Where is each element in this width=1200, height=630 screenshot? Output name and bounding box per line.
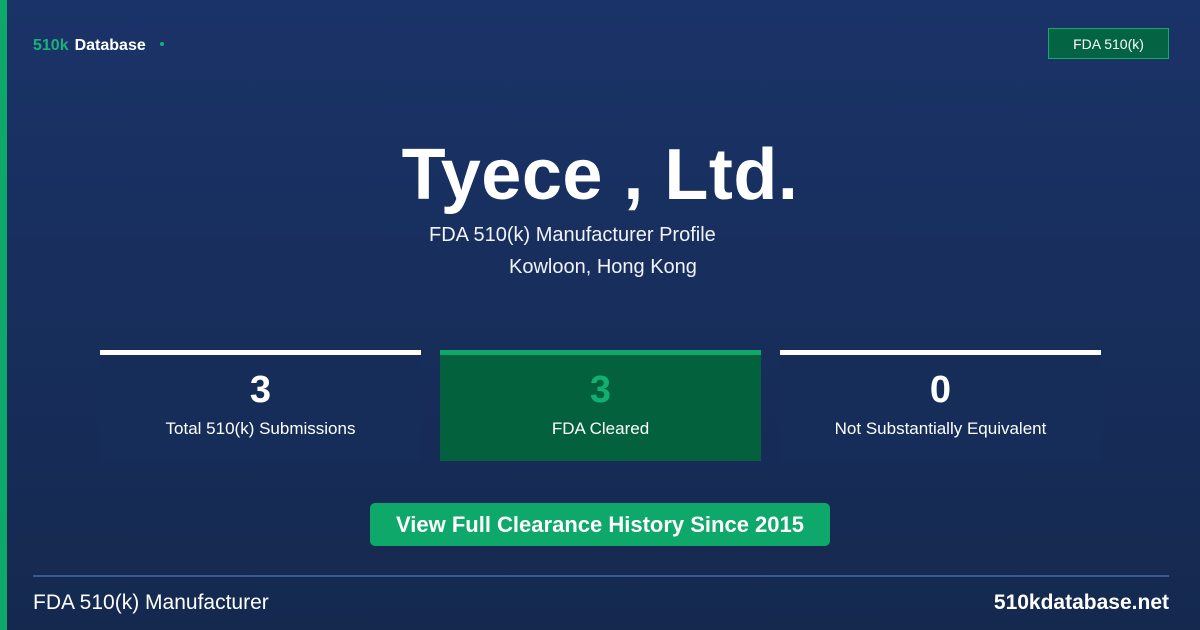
stat-card-not-substantially-equivalent: 0 Not Substantially Equivalent bbox=[780, 350, 1101, 461]
brand-logo[interactable]: 510k Database bbox=[33, 37, 164, 55]
brand-part-2: Database bbox=[74, 37, 146, 54]
stat-label: FDA Cleared bbox=[551, 419, 650, 438]
left-accent-bar bbox=[0, 0, 7, 630]
stat-card-total-submissions: 3 Total 510(k) Submissions bbox=[100, 350, 421, 461]
footer-site-link[interactable]: 510kdatabase.net bbox=[994, 591, 1169, 615]
brand-dot-icon bbox=[159, 42, 164, 46]
company-name: Tyece , Ltd. bbox=[401, 135, 799, 215]
stat-value: 3 bbox=[589, 369, 612, 411]
footer-label: FDA 510(k) Manufacturer bbox=[33, 591, 269, 614]
stat-label: Total 510(k) Submissions bbox=[165, 419, 356, 438]
view-clearance-history-button[interactable]: View Full Clearance History Since 2015 bbox=[370, 503, 830, 546]
brand-part-1: 510k bbox=[33, 37, 69, 54]
company-location: Kowloon, Hong Kong bbox=[509, 256, 697, 278]
profile-subtitle: FDA 510(k) Manufacturer Profile bbox=[429, 224, 716, 246]
stat-value: 3 bbox=[249, 369, 272, 411]
footer-divider bbox=[33, 575, 1169, 577]
fda-510k-badge: FDA 510(k) bbox=[1048, 28, 1169, 59]
stat-value: 0 bbox=[929, 369, 952, 411]
stat-label: Not Substantially Equivalent bbox=[834, 419, 1047, 438]
stat-card-fda-cleared: 3 FDA Cleared bbox=[440, 350, 761, 461]
